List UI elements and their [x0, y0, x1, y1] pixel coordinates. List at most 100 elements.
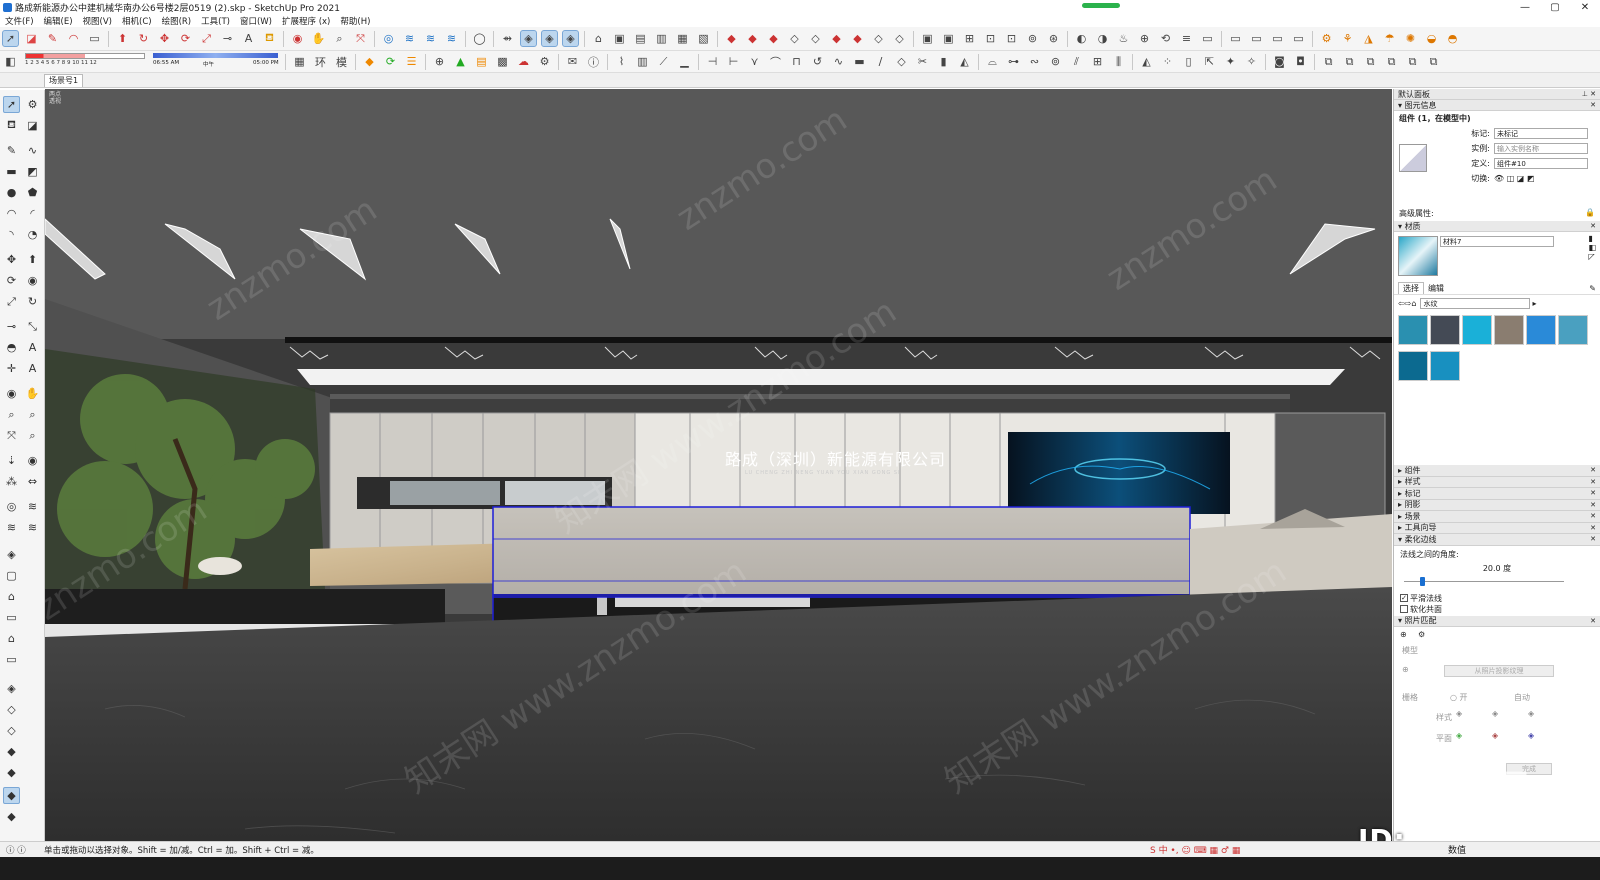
axes-icon[interactable]: ✛	[3, 360, 20, 377]
view-front-icon[interactable]: ◈	[562, 30, 579, 47]
menu-camera[interactable]: 相机(C)	[117, 15, 157, 27]
plugin-icon-27[interactable]: ▭	[1290, 30, 1307, 47]
curve-icon-7[interactable]: ⫼	[1110, 53, 1127, 70]
edit-icon-10[interactable]: ◇	[893, 53, 910, 70]
view-top-icon[interactable]: ◈	[541, 30, 558, 47]
smooth-normals-checkbox[interactable]: ✓ 平滑法线	[1400, 593, 1594, 604]
plugin-icon-16[interactable]: ⊛	[1045, 30, 1062, 47]
plugin-icon-5[interactable]: ◇	[807, 30, 824, 47]
style-wire-icon[interactable]: ◇	[3, 701, 20, 718]
plugin-icon-9[interactable]: ◇	[891, 30, 908, 47]
menu-help[interactable]: 帮助(H)	[335, 15, 375, 27]
section-shadows[interactable]: ▸ 阴影 ✕	[1394, 499, 1600, 511]
offset-icon[interactable]: ↻	[24, 293, 41, 310]
section-soften-edges[interactable]: ▾ 柔化边线 ✕	[1394, 534, 1600, 546]
plugin-icon-7[interactable]: ◆	[849, 30, 866, 47]
grid-auto-label[interactable]: 自动	[1514, 692, 1530, 703]
grid-on-radio[interactable]: ○ 开	[1450, 692, 1468, 703]
plugin-icon-21[interactable]: ⟲	[1157, 30, 1174, 47]
mail-icon[interactable]: ✉	[564, 53, 581, 70]
soften-coplanar-checkbox[interactable]: 软化共面	[1400, 604, 1594, 615]
edit-icon-3[interactable]: ⋎	[746, 53, 763, 70]
home-icon[interactable]: ⌂	[1411, 299, 1416, 308]
view-icon-2[interactable]: ▣	[611, 30, 628, 47]
edit-icon-7[interactable]: ∿	[830, 53, 847, 70]
curve-icon-6[interactable]: ⊞	[1089, 53, 1106, 70]
misc-icon-1[interactable]: ◭	[1138, 53, 1155, 70]
ime-toolbar[interactable]: S 中 •, ☺ ⌨ ▦ ♂ ▦	[1150, 843, 1240, 856]
plugin-icon-32[interactable]: ✺	[1402, 30, 1419, 47]
circle-icon[interactable]: ●	[3, 184, 20, 201]
layer2-icon[interactable]: ≋	[24, 519, 41, 536]
plugin-icon-4[interactable]: ◇	[786, 30, 803, 47]
curve-icon-3[interactable]: ∾	[1026, 53, 1043, 70]
material-swatch[interactable]	[1430, 351, 1460, 381]
angle-slider[interactable]	[1400, 576, 1594, 587]
plugin-icon-2[interactable]: ◆	[744, 30, 761, 47]
info-icon[interactable]: ⓘ	[585, 53, 602, 70]
style-mono-icon[interactable]: ◆	[3, 787, 20, 804]
view-icon-5[interactable]: ▦	[674, 30, 691, 47]
move-icon[interactable]: ✥	[3, 251, 20, 268]
tag-select[interactable]: 未标记	[1494, 128, 1588, 139]
zoom-icon[interactable]: ⌕	[3, 406, 20, 423]
layer-icon[interactable]: ≋	[3, 519, 20, 536]
pin-icon[interactable]: ⊥ ✕	[1582, 90, 1596, 98]
plugin-icon-13[interactable]: ⊡	[982, 30, 999, 47]
view-iso-icon[interactable]: ◈	[520, 30, 537, 47]
component-icon[interactable]: ⚙	[24, 96, 41, 113]
pushpull-icon[interactable]: ⬆	[24, 251, 41, 268]
misc-icon-6[interactable]: ✧	[1243, 53, 1260, 70]
minimize-button[interactable]: —	[1510, 0, 1540, 14]
plane-icon-1[interactable]: ◈	[1456, 731, 1462, 740]
comp-icon-2[interactable]: ⧉	[1341, 53, 1358, 70]
arc3-icon[interactable]: ◝	[3, 226, 20, 243]
line-icon[interactable]: ⟋	[655, 53, 672, 70]
plugin-icon-15[interactable]: ⊚	[1024, 30, 1041, 47]
zoom-extents-icon[interactable]: ⤧	[352, 30, 369, 47]
scene-tab[interactable]: 场景号1	[44, 74, 84, 87]
view-home-icon[interactable]: ⌂	[3, 588, 20, 605]
walk-icon[interactable]: ⁂	[3, 473, 20, 490]
plugin-icon-24[interactable]: ▭	[1227, 30, 1244, 47]
plugin-icon-20[interactable]: ⊕	[1136, 30, 1153, 47]
view-icon-1[interactable]: ⌂	[590, 30, 607, 47]
menu-file[interactable]: 文件(F)	[0, 15, 39, 27]
misc-icon-4[interactable]: ⇱	[1201, 53, 1218, 70]
entity-info-header[interactable]: ▾ 图元信息 ✕	[1394, 100, 1600, 111]
style-icon-1[interactable]: ◈	[1456, 709, 1462, 718]
crosshair-icon[interactable]: ⊕	[1402, 665, 1409, 674]
pencil-tool-icon[interactable]: ✎	[44, 30, 61, 47]
forward-icon[interactable]: ⇨	[1405, 299, 1412, 308]
model-viewport[interactable]: 两点 透视 路成（深圳）新能源有限公司 LU CHENG ZHI NENG YU…	[45, 89, 1392, 841]
account-icon[interactable]: ◯	[471, 30, 488, 47]
section-icon[interactable]: ⇔	[24, 473, 41, 490]
comp-icon-1[interactable]: ⧉	[1320, 53, 1337, 70]
plugin-icon-14[interactable]: ⊡	[1003, 30, 1020, 47]
move-tool-icon[interactable]: ✥	[156, 30, 173, 47]
status-info-icon[interactable]: ⓘ ⓘ	[6, 844, 26, 856]
section-components[interactable]: ▸ 组件 ✕	[1394, 465, 1600, 477]
select-icon[interactable]: ➚	[3, 96, 20, 113]
style-hidden-icon[interactable]: ◇	[3, 722, 20, 739]
toggle-icons[interactable]: 👁 ◫ ◪ ◩	[1494, 174, 1534, 183]
menu-edit[interactable]: 编辑(E)	[39, 15, 78, 27]
material-swatch[interactable]	[1398, 351, 1428, 381]
walk-tool-icon[interactable]: ⇴	[499, 30, 516, 47]
settings-icon[interactable]: ⚙	[536, 53, 553, 70]
menu-draw[interactable]: 绘图(R)	[157, 15, 197, 27]
style-xray-icon[interactable]: ◈	[3, 680, 20, 697]
orbit-tool-icon[interactable]: ◉	[289, 30, 306, 47]
text-tool-icon[interactable]: A	[240, 30, 257, 47]
text-icon[interactable]: A	[24, 339, 41, 356]
zoom-extents-icon[interactable]: ⤧	[3, 427, 20, 444]
misc-icon-3[interactable]: ▯	[1180, 53, 1197, 70]
plugin-icon-12[interactable]: ⊞	[961, 30, 978, 47]
zoom-tool-icon[interactable]: ⌕	[331, 30, 348, 47]
followme-icon[interactable]: ◉	[24, 272, 41, 289]
comp-icon-5[interactable]: ⧉	[1404, 53, 1421, 70]
dimension-icon[interactable]: ⤡	[24, 318, 41, 335]
edit-icon-5[interactable]: ⊓	[788, 53, 805, 70]
eyedropper-icon[interactable]: ✎	[1589, 284, 1596, 293]
push-pull-tool-icon[interactable]: ⬆	[114, 30, 131, 47]
